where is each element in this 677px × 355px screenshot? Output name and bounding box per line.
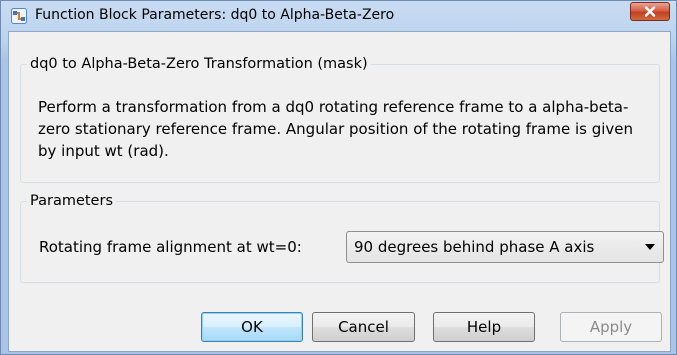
rotating-frame-alignment-dropdown[interactable]: 90 degrees behind phase A axis <box>346 231 664 263</box>
title-bar[interactable]: Function Block Parameters: dq0 to Alpha-… <box>1 1 676 31</box>
dropdown-selected-value: 90 degrees behind phase A axis <box>354 238 595 256</box>
ok-button[interactable]: OK <box>201 312 303 342</box>
dialog-window: Function Block Parameters: dq0 to Alpha-… <box>0 0 677 355</box>
parameters-group-legend: Parameters <box>30 193 113 209</box>
rotating-frame-alignment-label: Rotating frame alignment at wt=0: <box>39 238 302 256</box>
close-icon <box>631 5 669 24</box>
cancel-button[interactable]: Cancel <box>312 312 415 342</box>
window-title: Function Block Parameters: dq0 to Alpha-… <box>35 7 395 23</box>
chevron-down-icon <box>645 244 655 250</box>
help-button[interactable]: Help <box>433 312 535 342</box>
dialog-content: dq0 to Alpha-Beta-Zero Transformation (m… <box>8 31 671 352</box>
apply-button[interactable]: Apply <box>560 312 662 342</box>
simulink-block-icon <box>11 8 27 24</box>
mask-group-legend: dq0 to Alpha-Beta-Zero Transformation (m… <box>30 56 368 72</box>
mask-description-text: Perform a transformation from a dq0 rota… <box>38 98 634 160</box>
close-button[interactable] <box>630 2 670 21</box>
